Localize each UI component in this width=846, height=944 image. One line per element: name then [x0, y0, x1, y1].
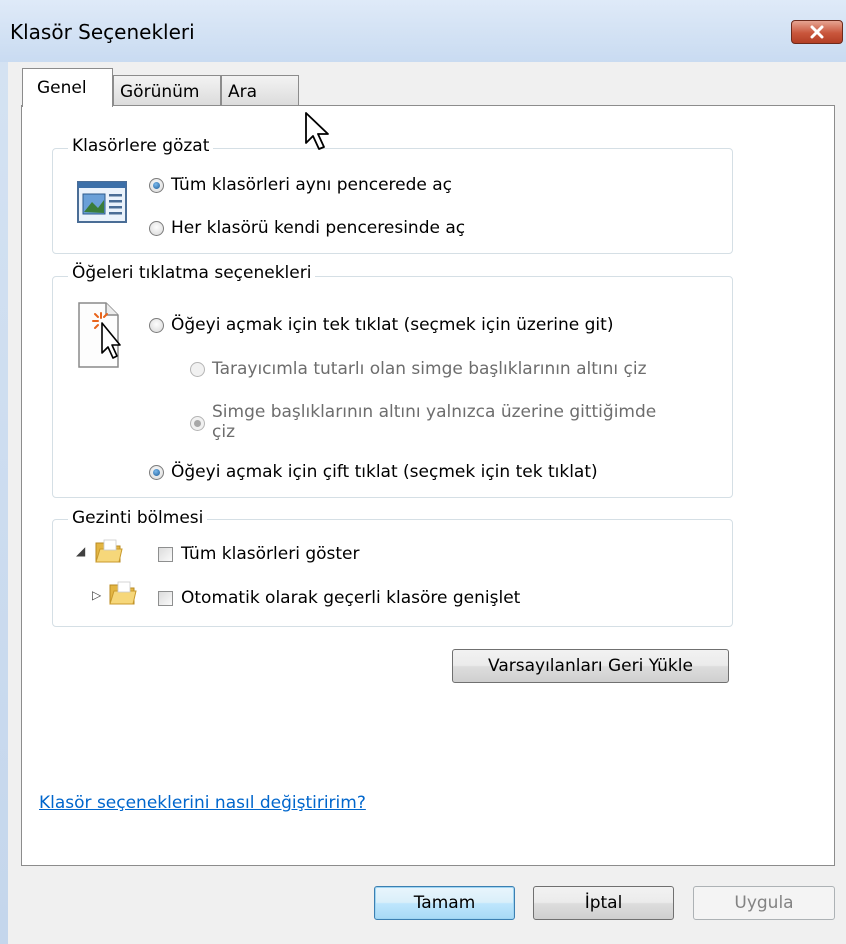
- triangle-right-icon: ▷: [92, 588, 102, 602]
- navigation-pane-group: [52, 519, 733, 627]
- tab-genel[interactable]: Genel: [22, 68, 113, 107]
- window-title: Klasör Seçenekleri: [10, 20, 195, 44]
- window-layout-icon: [76, 178, 130, 233]
- title-bar: Klasör Seçenekleri: [0, 0, 846, 62]
- checkbox-label: Otomatik olarak geçerli klasöre genişlet: [181, 588, 521, 608]
- close-icon: [810, 25, 824, 39]
- ok-button[interactable]: Tamam: [374, 886, 515, 920]
- radio-button[interactable]: [149, 317, 164, 333]
- document-click-icon: [76, 301, 136, 378]
- button-label: Uygula: [734, 893, 794, 913]
- radio-button[interactable]: [190, 416, 205, 431]
- browse-folders-group-label: Klasörlere gözat: [68, 136, 214, 156]
- browse-folders-group: [52, 148, 733, 254]
- radio-label-line1: Simge başlıklarının altını yalnızca üzer…: [212, 402, 657, 422]
- apply-button[interactable]: Uygula: [693, 886, 835, 920]
- checkbox[interactable]: [158, 590, 173, 606]
- radio-underline-hover[interactable]: Simge başlıklarının altını yalnızca üzer…: [190, 402, 656, 442]
- radio-label: Tüm klasörleri aynı pencerede aç: [171, 175, 453, 195]
- radio-label-line2: çiz: [212, 422, 235, 442]
- radio-same-window[interactable]: Tüm klasörleri aynı pencerede aç: [149, 175, 452, 195]
- folder-icon: [108, 580, 138, 611]
- radio-label: Her klasörü kendi penceresinde aç: [171, 218, 466, 238]
- radio-single-click[interactable]: Öğeyi açmak için tek tıklat (seçmek için…: [149, 315, 613, 335]
- folder-options-window: Klasör Seçenekleri Genel Görünüm Ara Kla…: [0, 0, 846, 944]
- tab-ara[interactable]: Ara: [221, 75, 299, 105]
- radio-button[interactable]: [190, 361, 205, 377]
- mouse-pointer-icon: [304, 111, 332, 160]
- radio-double-click[interactable]: Öğeyi açmak için çift tıklat (seçmek içi…: [149, 462, 598, 482]
- triangle-down-icon: ◢: [76, 544, 86, 558]
- checkbox-label: Tüm klasörleri göster: [181, 544, 360, 564]
- help-link[interactable]: Klasör seçeneklerini nasıl değiştiririm?: [39, 793, 366, 813]
- button-label: Tamam: [413, 893, 476, 913]
- checkbox[interactable]: [158, 546, 173, 562]
- tab-label: Ara: [228, 82, 258, 102]
- button-label: Varsayılanları Geri Yükle: [488, 656, 693, 676]
- radio-button[interactable]: [149, 464, 164, 480]
- radio-button[interactable]: [149, 220, 164, 236]
- tab-label: Görünüm: [120, 82, 200, 102]
- tab-gorunum[interactable]: Görünüm: [113, 75, 221, 105]
- restore-defaults-button[interactable]: Varsayılanları Geri Yükle: [452, 649, 729, 683]
- radio-own-window[interactable]: Her klasörü kendi penceresinde aç: [149, 218, 465, 238]
- tab-label: Genel: [37, 78, 87, 98]
- button-label: İptal: [584, 893, 623, 913]
- checkbox-show-all-folders[interactable]: Tüm klasörleri göster: [158, 544, 359, 564]
- folder-icon: [94, 538, 124, 569]
- radio-label: Simge başlıklarının altını yalnızca üzer…: [212, 402, 656, 442]
- click-options-group-label: Öğeleri tıklatma seçenekleri: [68, 263, 316, 283]
- navigation-pane-group-label: Gezinti bölmesi: [68, 508, 208, 528]
- radio-label: Öğeyi açmak için çift tıklat (seçmek içi…: [171, 462, 598, 482]
- close-button[interactable]: [791, 20, 843, 44]
- checkbox-auto-expand[interactable]: Otomatik olarak geçerli klasöre genişlet: [158, 588, 520, 608]
- radio-underline-browser[interactable]: Tarayıcımla tutarlı olan simge başlıklar…: [190, 359, 647, 379]
- radio-label: Tarayıcımla tutarlı olan simge başlıklar…: [212, 359, 647, 379]
- cancel-button[interactable]: İptal: [533, 886, 674, 920]
- radio-label: Öğeyi açmak için tek tıklat (seçmek için…: [171, 315, 614, 335]
- radio-button[interactable]: [149, 177, 164, 193]
